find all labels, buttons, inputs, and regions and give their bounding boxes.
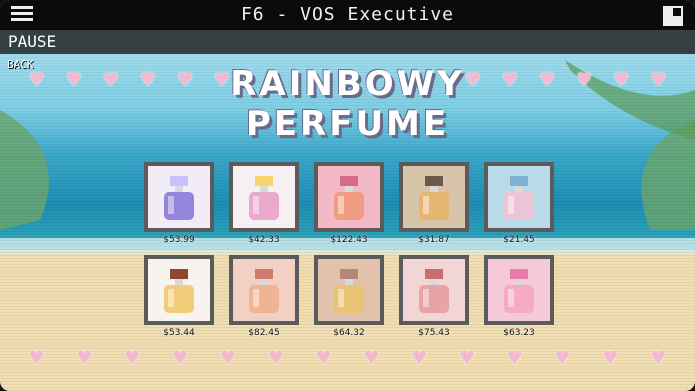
- product-price: $42.33: [248, 235, 280, 245]
- product-item[interactable]: $53.99: [144, 162, 214, 245]
- product-price: $75.43: [418, 328, 450, 338]
- heart-icon: ♥: [221, 346, 235, 371]
- product-item[interactable]: $63.23: [484, 255, 554, 338]
- heart-icon: ♥: [30, 346, 44, 371]
- heart-icon: ♥: [412, 346, 426, 371]
- product-image[interactable]: [229, 162, 299, 232]
- product-item[interactable]: $31.87: [399, 162, 469, 245]
- product-item[interactable]: $42.33: [229, 162, 299, 245]
- product-item[interactable]: $21.45: [484, 162, 554, 245]
- product-image[interactable]: [144, 162, 214, 232]
- pause-bar: PAUSE: [0, 30, 695, 54]
- product-price: $53.44: [163, 328, 195, 338]
- product-item[interactable]: $53.44: [144, 255, 214, 338]
- heart-icon: ♥: [460, 346, 474, 371]
- product-item[interactable]: $75.43: [399, 255, 469, 338]
- bottom-hearts-row: ♥ ♥ ♥ ♥ ♥ ♥ ♥ ♥ ♥ ♥ ♥ ♥ ♥ ♥: [30, 346, 665, 371]
- store-title-line2: PERFUME: [245, 104, 450, 144]
- store-title-line1: RAINBOWY: [230, 64, 465, 104]
- heart-icon: ♥: [364, 346, 378, 371]
- heart-icon: ♥: [125, 346, 139, 371]
- heart-icon: ♥: [603, 346, 617, 371]
- product-image[interactable]: [314, 162, 384, 232]
- game-screen: F6 - VOS Executive PAUSE BACK ♥ ♥ ♥ ♥ ♥ ♥ ♥ ♥ ♥…: [0, 0, 695, 391]
- product-price: $53.99: [163, 235, 195, 245]
- heart-icon: ♥: [77, 346, 92, 371]
- store-title: RAINBOWY PERFUME: [0, 64, 695, 144]
- heart-icon: ♥: [173, 346, 187, 371]
- product-image[interactable]: [144, 255, 214, 325]
- product-image[interactable]: [484, 162, 554, 232]
- pause-button[interactable]: PAUSE: [8, 32, 56, 51]
- heart-icon: ♥: [269, 346, 283, 371]
- product-item[interactable]: $122.43: [314, 162, 384, 245]
- product-image[interactable]: [399, 162, 469, 232]
- heart-icon: ♥: [651, 346, 665, 371]
- product-image[interactable]: [484, 255, 554, 325]
- product-image[interactable]: [229, 255, 299, 325]
- product-image[interactable]: [399, 255, 469, 325]
- product-row: $53.44 $82.45 $64.32 $75.43 $63.23: [144, 255, 554, 338]
- heart-icon: ♥: [555, 346, 570, 371]
- heart-icon: ♥: [316, 346, 331, 371]
- product-item[interactable]: $82.45: [229, 255, 299, 338]
- product-row: $53.99 $42.33 $122.43 $31.87 $21.45: [144, 162, 554, 245]
- window-icon[interactable]: [663, 6, 683, 26]
- product-price: $82.45: [248, 328, 280, 338]
- window-title: F6 - VOS Executive: [240, 4, 455, 25]
- product-price: $63.23: [503, 328, 535, 338]
- product-grid: $53.99 $42.33 $122.43 $31.87 $21.45 $53.44 $82…: [144, 162, 554, 348]
- product-image[interactable]: [314, 255, 384, 325]
- product-price: $64.32: [333, 328, 365, 338]
- product-price: $21.45: [503, 235, 535, 245]
- product-item[interactable]: $64.32: [314, 255, 384, 338]
- product-price: $31.87: [418, 235, 450, 245]
- product-price: $122.43: [330, 235, 368, 245]
- heart-icon: ♥: [508, 346, 522, 371]
- title-bar: F6 - VOS Executive: [0, 0, 695, 30]
